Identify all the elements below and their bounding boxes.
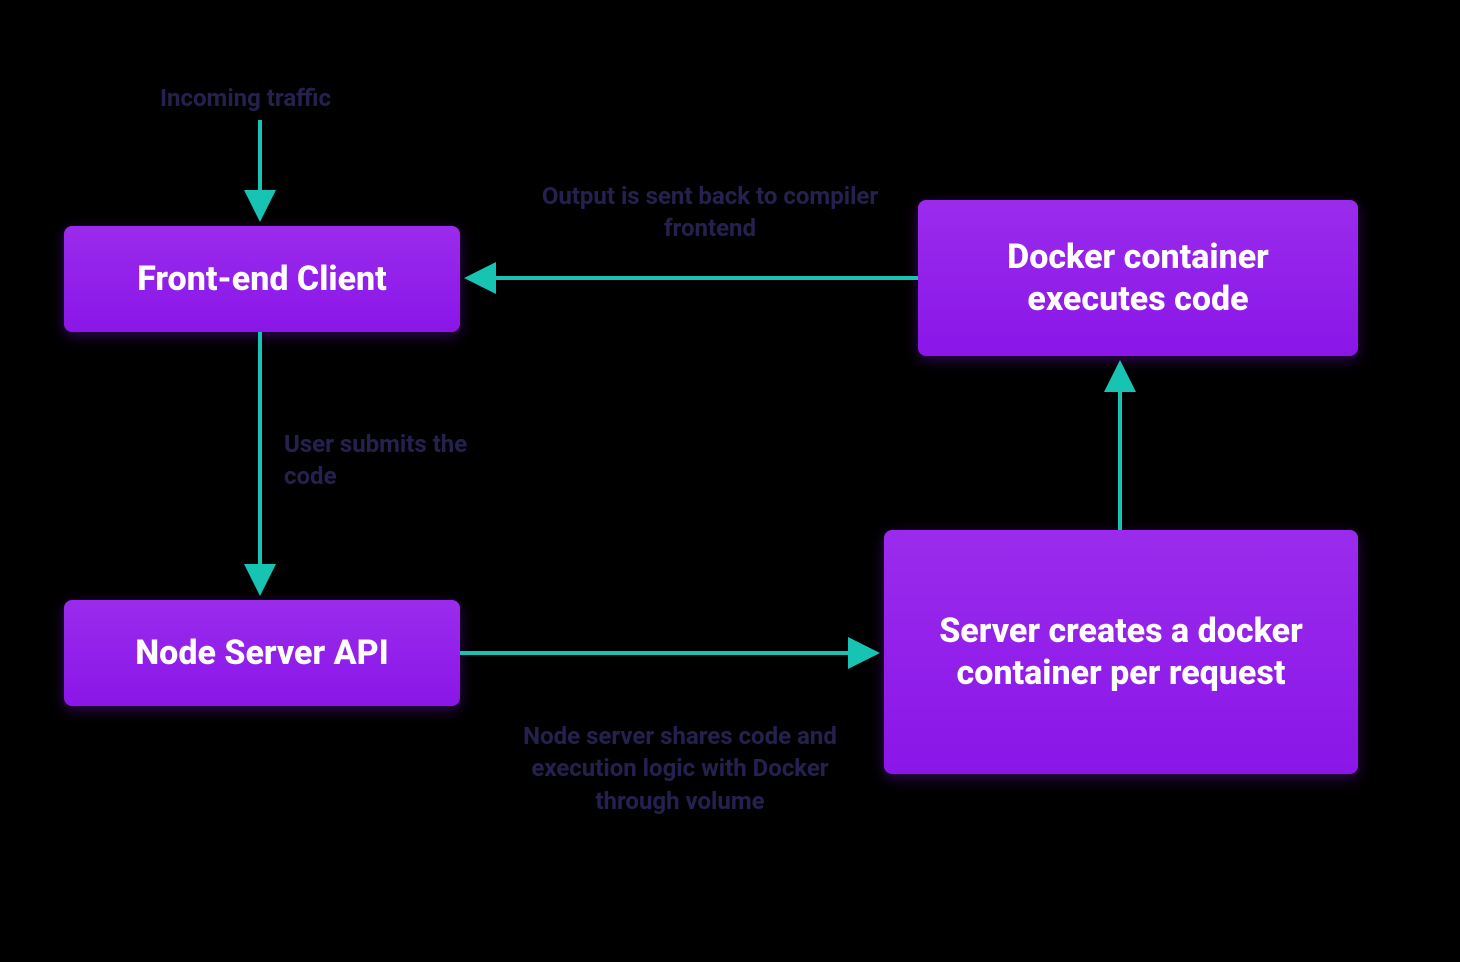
node-server-creates-container: Server creates a docker container per re… xyxy=(884,530,1358,774)
node-docker-executes: Docker container executes code xyxy=(918,200,1358,356)
architecture-diagram: Front-end Client Node Server API Server … xyxy=(0,0,1460,962)
edge-label-submit: User submits the code xyxy=(284,428,504,493)
edge-label-share: Node server shares code and execution lo… xyxy=(490,720,870,817)
node-node-server-api: Node Server API xyxy=(64,600,460,706)
arrows-layer xyxy=(0,0,1460,962)
node-frontend-client: Front-end Client xyxy=(64,226,460,332)
edge-label-output: Output is sent back to compiler frontend xyxy=(540,180,880,245)
edge-label-incoming: Incoming traffic xyxy=(160,82,331,114)
